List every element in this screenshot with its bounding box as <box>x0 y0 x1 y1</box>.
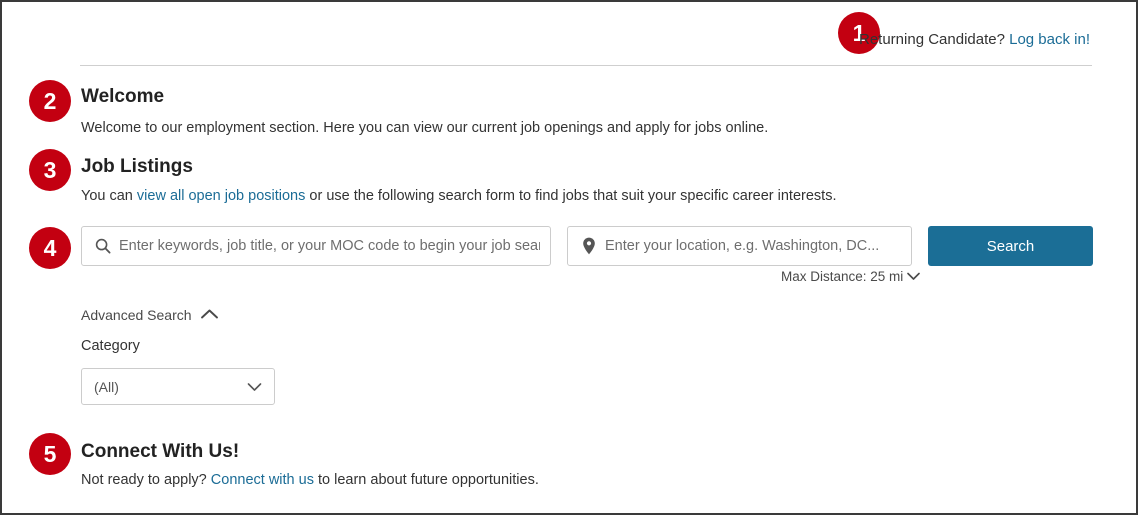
location-input[interactable] <box>600 238 901 254</box>
header-divider <box>80 65 1092 66</box>
job-listings-body-before: You can <box>81 188 137 204</box>
chevron-down-icon <box>247 379 262 395</box>
welcome-title: Welcome <box>81 86 165 107</box>
location-search-field[interactable] <box>567 226 912 266</box>
returning-candidate-row: Returning Candidate? Log back in! <box>859 31 1090 48</box>
step-badge-3: 3 <box>29 149 71 191</box>
chevron-up-icon <box>200 307 219 323</box>
step-badge-5: 5 <box>29 433 71 475</box>
log-back-in-link[interactable]: Log back in! <box>1009 31 1090 48</box>
step-badge-2: 2 <box>29 80 71 122</box>
max-distance-label: Max Distance: 25 mi <box>781 269 904 284</box>
job-listings-body-after: or use the following search form to find… <box>305 188 837 204</box>
step-badge-3-number: 3 <box>43 156 57 183</box>
search-icon <box>92 238 114 254</box>
job-listings-title: Job Listings <box>81 156 193 177</box>
max-distance-selector[interactable]: Max Distance: 25 mi <box>781 269 921 284</box>
category-select-value: (All) <box>94 378 119 395</box>
step-badge-4: 4 <box>29 227 71 269</box>
keyword-search-field[interactable] <box>81 226 551 266</box>
advanced-search-label: Advanced Search <box>81 307 192 323</box>
job-listings-body: You can view all open job positions or u… <box>81 188 836 204</box>
returning-candidate-label: Returning Candidate? <box>859 31 1005 48</box>
advanced-search-toggle[interactable]: Advanced Search <box>81 307 219 323</box>
step-badge-4-number: 4 <box>43 234 57 261</box>
connect-body-before: Not ready to apply? <box>81 472 211 488</box>
welcome-body: Welcome to our employment section. Here … <box>81 120 769 136</box>
step-badge-2-number: 2 <box>43 87 57 114</box>
step-badge-5-number: 5 <box>43 440 57 467</box>
search-button[interactable]: Search <box>928 226 1093 266</box>
connect-title: Connect With Us! <box>81 441 240 462</box>
chevron-down-icon <box>907 269 921 284</box>
map-pin-icon <box>578 237 600 255</box>
connect-body-after: to learn about future opportunities. <box>313 472 539 488</box>
view-all-open-job-positions-link[interactable]: view all open job positions <box>137 188 305 204</box>
job-search-page: 1 Returning Candidate? Log back in! 2 We… <box>0 0 1138 515</box>
search-input[interactable] <box>114 238 540 254</box>
category-select[interactable]: (All) <box>81 368 275 405</box>
connect-body: Not ready to apply? Connect with us to l… <box>81 472 539 488</box>
connect-with-us-link[interactable]: Connect with us <box>211 472 314 488</box>
category-label: Category <box>81 338 140 354</box>
